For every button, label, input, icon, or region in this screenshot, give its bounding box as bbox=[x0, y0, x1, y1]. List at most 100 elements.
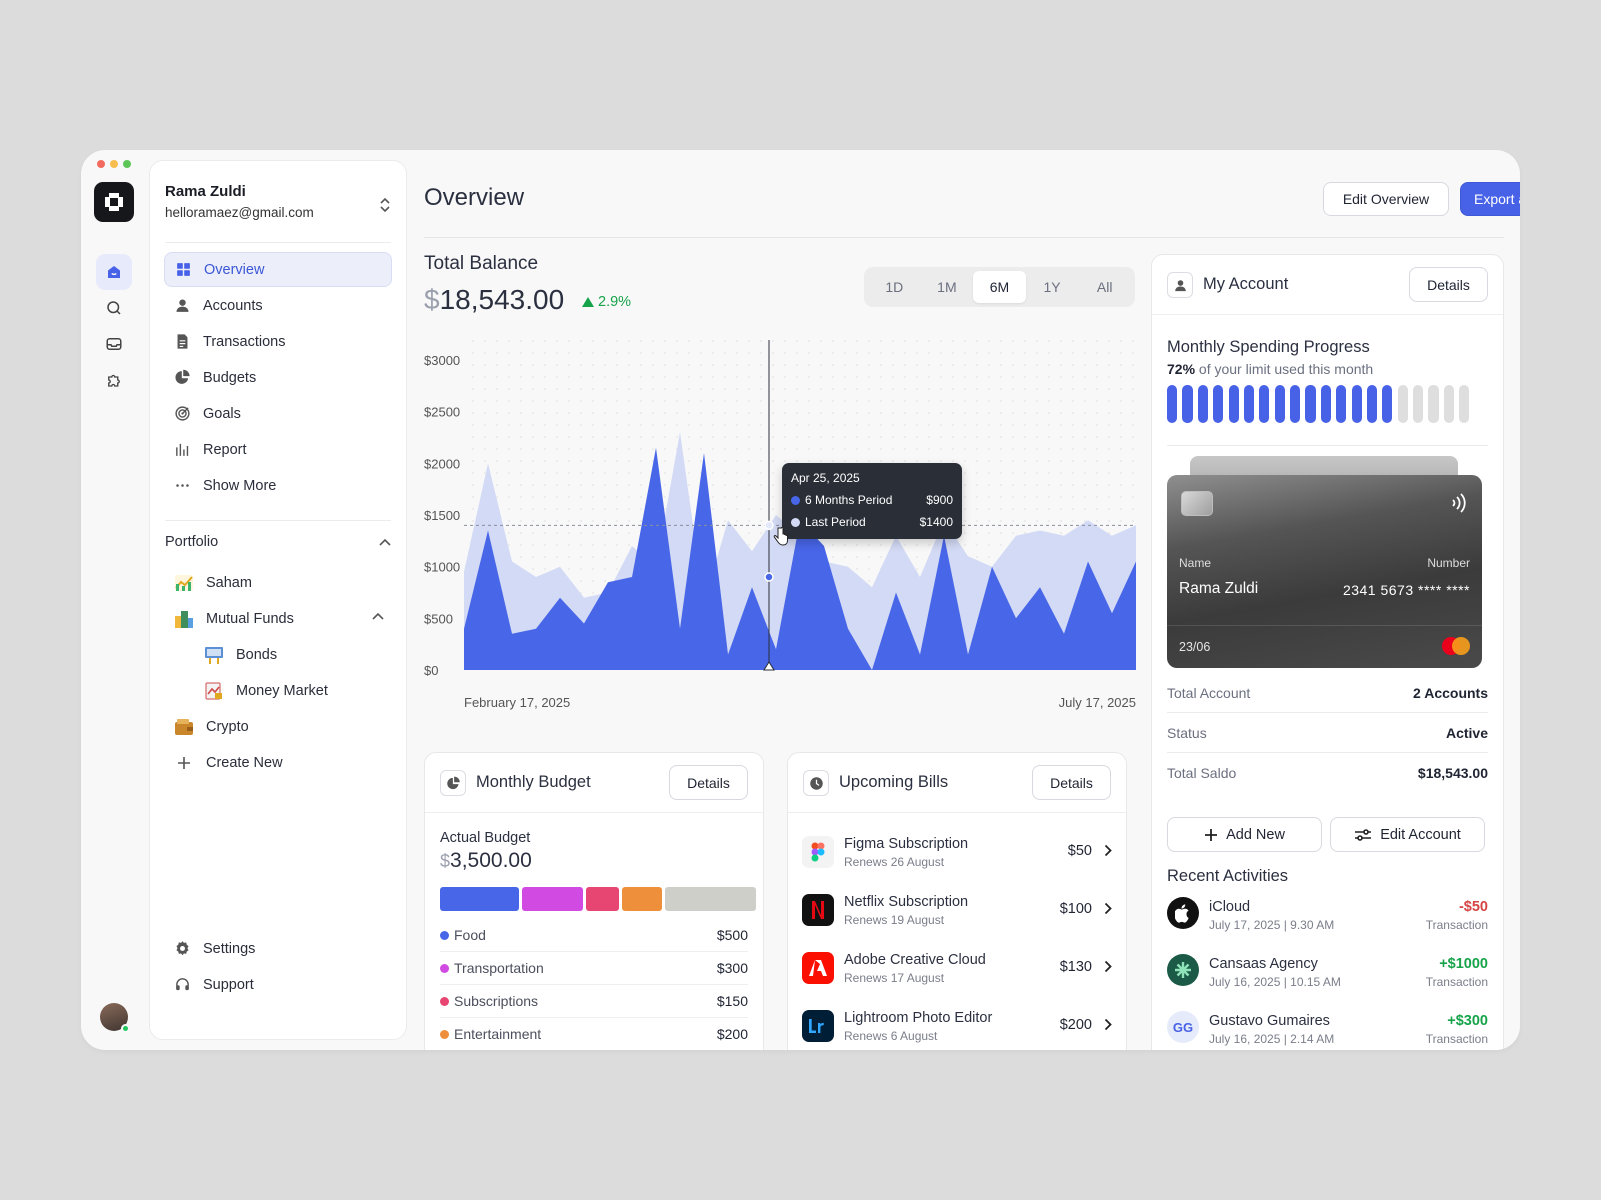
card-title: My Account bbox=[1203, 275, 1289, 293]
activity-item[interactable]: iCloud July 17, 2025 | 9.30 AM -$50 Tran… bbox=[1167, 891, 1488, 941]
edit-account-button[interactable]: Edit Account bbox=[1330, 817, 1485, 852]
chevron-right-icon[interactable] bbox=[1104, 902, 1112, 915]
chevron-right-icon[interactable] bbox=[1104, 1018, 1112, 1031]
account-details-button[interactable]: Details bbox=[1409, 267, 1488, 302]
tab-all[interactable]: All bbox=[1078, 271, 1131, 303]
category-amount: $200 bbox=[716, 1026, 748, 1042]
avatar[interactable] bbox=[100, 1003, 130, 1033]
nav-label: Support bbox=[203, 976, 254, 993]
legend-dot bbox=[791, 495, 800, 505]
main-content: Overview Edit Overview Export as Total B… bbox=[424, 150, 1520, 1050]
tooltip-value: $1400 bbox=[919, 515, 953, 529]
budget-details-button[interactable]: Details bbox=[669, 765, 748, 800]
tab-1d[interactable]: 1D bbox=[868, 271, 921, 303]
nav-support[interactable]: Support bbox=[164, 967, 392, 1002]
chart-tooltip: Apr 25, 2025 6 Months Period $900 Last P… bbox=[782, 463, 962, 539]
chevron-right-icon[interactable] bbox=[1104, 844, 1112, 857]
bill-item[interactable]: Netflix Subscription Renews 19 August $1… bbox=[802, 881, 1112, 939]
recent-activities-title: Recent Activities bbox=[1167, 867, 1289, 885]
bill-item[interactable]: Figma Subscription Renews 26 August $50 bbox=[802, 823, 1112, 881]
portfolio-header[interactable]: Portfolio bbox=[165, 534, 391, 550]
credit-card[interactable]: Name Number Rama Zuldi 2341 5673 **** **… bbox=[1167, 475, 1482, 668]
nav-overview[interactable]: Overview bbox=[164, 252, 392, 287]
tab-1m[interactable]: 1M bbox=[921, 271, 974, 303]
budget-row: Transportation $300 bbox=[440, 952, 748, 985]
progress-caption: of your limit used this month bbox=[1198, 361, 1374, 377]
divider bbox=[1167, 445, 1488, 446]
portfolio-item-mutual-funds[interactable]: Mutual Funds bbox=[164, 601, 392, 637]
tab-6m[interactable]: 6M bbox=[973, 271, 1026, 303]
nav-goals[interactable]: Goals bbox=[164, 396, 392, 431]
progress-segment-filled bbox=[1351, 385, 1362, 423]
bill-renewal: Renews 6 August bbox=[844, 1028, 938, 1043]
bill-item[interactable]: Adobe Creative Cloud Renews 17 August $1… bbox=[802, 939, 1112, 997]
category-label: Food bbox=[454, 927, 486, 943]
bill-info: Figma Subscription Renews 26 August bbox=[844, 836, 968, 869]
wallet-icon bbox=[175, 719, 193, 735]
y-tick-label: $2000 bbox=[424, 456, 460, 471]
progress-segment-filled bbox=[1305, 385, 1316, 423]
bill-item[interactable]: Lightroom Photo Editor Renews 6 August $… bbox=[802, 997, 1112, 1050]
account-switcher[interactable]: Rama Zuldi helloramaez@gmail.com bbox=[165, 183, 391, 243]
category-dot bbox=[440, 930, 449, 940]
puzzle-icon[interactable] bbox=[96, 362, 132, 398]
bills-list: Figma Subscription Renews 26 August $50 … bbox=[802, 823, 1112, 1050]
card-header: My Account Details bbox=[1152, 255, 1503, 315]
inbox-icon[interactable] bbox=[96, 326, 132, 362]
bill-renewal: Renews 19 August bbox=[844, 912, 945, 927]
nav-report[interactable]: Report bbox=[164, 432, 392, 467]
search-icon[interactable] bbox=[96, 290, 132, 326]
bill-amount: $50 bbox=[1067, 843, 1092, 859]
chevron-right-icon[interactable] bbox=[1104, 960, 1112, 973]
app-logo[interactable] bbox=[94, 182, 134, 222]
hover-point bbox=[764, 572, 774, 582]
category-amount: $500 bbox=[716, 927, 748, 943]
x-tick-label: February 17, 2025 bbox=[464, 695, 570, 710]
portfolio-item-crypto[interactable]: Crypto bbox=[164, 709, 392, 745]
portfolio-item-bonds[interactable]: Bonds bbox=[164, 637, 392, 673]
activity-name: Cansaas Agency bbox=[1209, 956, 1318, 972]
info-row: Status Active bbox=[1167, 713, 1488, 753]
y-tick-label: $3000 bbox=[424, 353, 460, 368]
spending-progress-bar bbox=[1167, 385, 1470, 423]
chevron-up-icon[interactable] bbox=[372, 612, 384, 620]
bill-renewal: Renews 17 August bbox=[844, 970, 945, 985]
budget-row: Subscriptions $150 bbox=[440, 985, 748, 1018]
plus-icon bbox=[1205, 828, 1218, 841]
activity-name: iCloud bbox=[1209, 899, 1251, 915]
chip-icon bbox=[1181, 491, 1213, 516]
adobe-icon bbox=[802, 952, 834, 984]
bill-amount: $130 bbox=[1059, 959, 1092, 975]
portfolio-item-money-market[interactable]: Money Market bbox=[164, 673, 392, 709]
agency-logo-icon bbox=[1167, 954, 1199, 986]
nav-budgets[interactable]: Budgets bbox=[164, 360, 392, 395]
export-button[interactable]: Export as bbox=[1460, 182, 1520, 216]
nav-show-more[interactable]: Show More bbox=[164, 468, 392, 503]
bills-details-button[interactable]: Details bbox=[1032, 765, 1111, 800]
nav-settings[interactable]: Settings bbox=[164, 931, 392, 966]
home-icon[interactable] bbox=[96, 254, 132, 290]
portfolio-item-saham[interactable]: Saham bbox=[164, 565, 392, 601]
add-new-button[interactable]: Add New bbox=[1167, 817, 1322, 852]
edit-overview-button[interactable]: Edit Overview bbox=[1323, 182, 1449, 216]
nav-transactions[interactable]: Transactions bbox=[164, 324, 392, 359]
change-value: 2.9% bbox=[598, 294, 632, 310]
tab-1y[interactable]: 1Y bbox=[1026, 271, 1079, 303]
nav-label: Goals bbox=[203, 405, 241, 422]
progress-segment-filled bbox=[1182, 385, 1193, 423]
budget-segment bbox=[622, 887, 662, 911]
chevron-updown-icon[interactable] bbox=[379, 197, 391, 213]
nav-accounts[interactable]: Accounts bbox=[164, 288, 392, 323]
page-title: Overview bbox=[424, 184, 525, 211]
cursor-hand-icon bbox=[773, 527, 788, 546]
chevron-up-icon[interactable] bbox=[379, 538, 391, 546]
export-label: Export as bbox=[1474, 191, 1520, 207]
activity-item[interactable]: Cansaas Agency July 16, 2025 | 10.15 AM … bbox=[1167, 948, 1488, 998]
info-label: Total Account bbox=[1167, 684, 1251, 701]
info-value: 2 Accounts bbox=[1413, 684, 1488, 701]
create-new-button[interactable]: Create New bbox=[164, 745, 392, 781]
plus-icon bbox=[178, 757, 190, 769]
progress-segment-filled bbox=[1243, 385, 1255, 423]
activity-item[interactable]: GG Gustavo Gumaires July 16, 2025 | 2.14… bbox=[1167, 1005, 1488, 1050]
progress-segment-filled bbox=[1290, 385, 1301, 423]
